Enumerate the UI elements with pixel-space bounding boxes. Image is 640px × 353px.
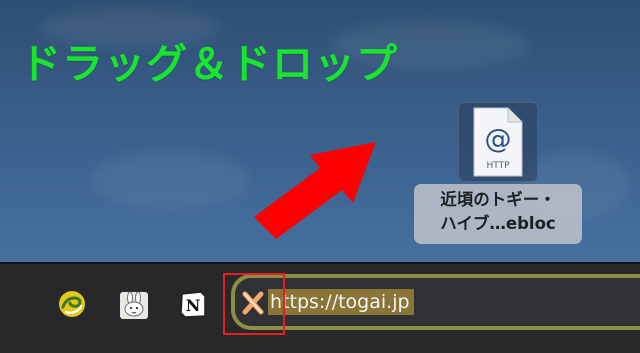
file-name-label[interactable]: 近頃のトギー・ ハイブ…ebloc bbox=[414, 184, 582, 244]
bookmark-yellow-swirl[interactable] bbox=[58, 290, 86, 318]
file-name-line-1: 近頃のトギー・ bbox=[440, 190, 556, 209]
yellow-swirl-icon bbox=[59, 291, 85, 317]
rabbit-sticker-icon bbox=[120, 291, 148, 319]
desktop-area: ドラッグ＆ドロップ @ HTTP 近頃のトギー・ ハイブ…ebloc bbox=[0, 0, 640, 262]
bookmark-rabbit-sticker[interactable] bbox=[119, 290, 148, 319]
file-name-line-2: ハイブ…ebloc bbox=[440, 214, 556, 233]
cloud-wisp bbox=[90, 150, 250, 210]
at-sign-symbol: @ bbox=[485, 124, 512, 155]
favicon-highlight-box bbox=[223, 273, 285, 335]
http-caption: HTTP bbox=[486, 161, 510, 171]
headline-text: ドラッグ＆ドロップ bbox=[20, 40, 398, 88]
bookmark-notion[interactable]: N bbox=[179, 290, 207, 318]
notion-glyph: N bbox=[186, 296, 201, 315]
red-arrow-icon bbox=[254, 142, 376, 239]
url-text[interactable]: https://togai.jp bbox=[268, 289, 414, 315]
document-icon: @ HTTP bbox=[473, 107, 523, 177]
webloc-file-icon[interactable]: @ HTTP bbox=[458, 102, 538, 182]
notion-icon: N bbox=[180, 291, 206, 318]
